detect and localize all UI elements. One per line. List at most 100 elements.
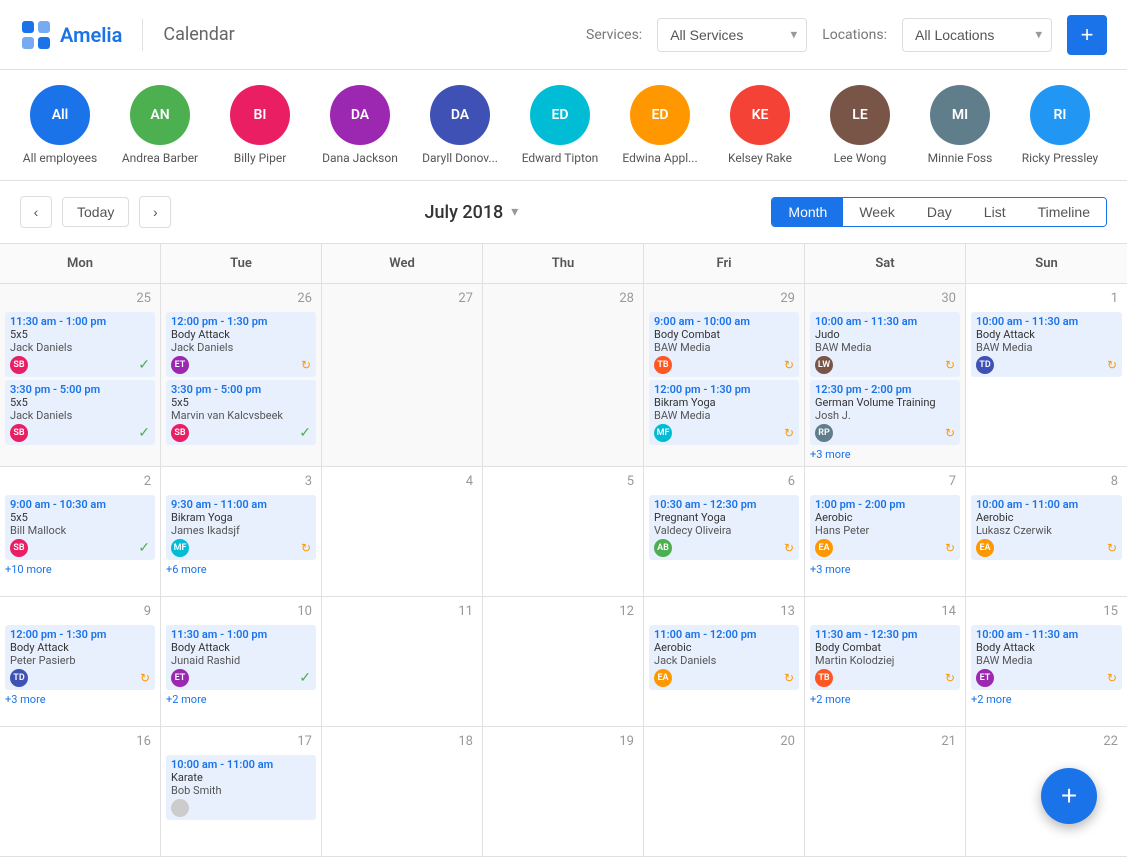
employee-item-lee[interactable]: LELee Wong [820,85,900,165]
locations-select[interactable]: All Locations [902,18,1052,52]
day-number: 28 [488,289,638,308]
logo-text: Amelia [60,23,122,47]
view-btn-day[interactable]: Day [911,198,968,226]
more-link[interactable]: +3 more [810,563,960,576]
calendar-event[interactable]: 11:30 am - 1:00 pm Body Attack Junaid Ra… [166,625,316,690]
employee-item-kelsey[interactable]: KEKelsey Rake [720,85,800,165]
calendar-event[interactable]: 3:30 pm - 5:00 pm 5x5 Marvin van Kalcvsb… [166,380,316,445]
event-avatar: ET [171,669,189,687]
more-link[interactable]: +2 more [971,693,1122,706]
services-select[interactable]: All Services [657,18,807,52]
event-time: 12:30 pm - 2:00 pm [815,383,955,396]
employee-item-minnie[interactable]: MIMinnie Foss [920,85,1000,165]
day-cell-27[interactable]: 27 [322,284,483,467]
day-cell-10[interactable]: 10 11:30 am - 1:00 pm Body Attack Junaid… [161,597,322,727]
calendar-event[interactable]: 9:00 am - 10:00 am Body Combat BAW Media… [649,312,799,377]
employee-item-dana[interactable]: DADana Jackson [320,85,400,165]
day-cell-3[interactable]: 3 9:30 am - 11:00 am Bikram Yoga James I… [161,467,322,597]
services-label: Services: [586,27,642,43]
more-link[interactable]: +10 more [5,563,155,576]
day-cell-4[interactable]: 4 [322,467,483,597]
event-name: Pregnant Yoga [654,511,794,524]
employee-item-all[interactable]: AllAll employees [20,85,100,165]
calendar-event[interactable]: 10:00 am - 11:30 am Judo BAW Media LW ↻ [810,312,960,377]
event-footer: EA ↻ [815,539,955,557]
day-cell-26[interactable]: 26 12:00 pm - 1:30 pm Body Attack Jack D… [161,284,322,467]
calendar-event[interactable]: 3:30 pm - 5:00 pm 5x5 Jack Daniels SB ✓ [5,380,155,445]
day-cell-14[interactable]: 14 11:30 am - 12:30 pm Body Combat Marti… [805,597,966,727]
event-avatar: SB [10,424,28,442]
day-cell-13[interactable]: 13 11:00 am - 12:00 pm Aerobic Jack Dani… [644,597,805,727]
employee-item-billy[interactable]: BIBilly Piper [220,85,300,165]
calendar-event[interactable]: 10:00 am - 11:00 am Aerobic Lukasz Czerw… [971,495,1122,560]
day-cell-12[interactable]: 12 [483,597,644,727]
day-header-sat: Sat [805,244,966,283]
day-cell-30[interactable]: 30 10:00 am - 11:30 am Judo BAW Media LW… [805,284,966,467]
day-cell-11[interactable]: 11 [322,597,483,727]
calendar-event[interactable]: 12:00 pm - 1:30 pm Body Attack Jack Dani… [166,312,316,377]
day-cell-9[interactable]: 9 12:00 pm - 1:30 pm Body Attack Peter P… [0,597,161,727]
more-link[interactable]: +3 more [5,693,155,706]
event-person: BAW Media [976,341,1117,354]
day-cell-6[interactable]: 6 10:30 am - 12:30 pm Pregnant Yoga Vald… [644,467,805,597]
calendar-event[interactable]: 11:30 am - 1:00 pm 5x5 Jack Daniels SB ✓ [5,312,155,377]
calendar-event[interactable]: 1:00 pm - 2:00 pm Aerobic Hans Peter EA … [810,495,960,560]
more-link[interactable]: +2 more [810,693,960,706]
employee-item-andrea[interactable]: ANAndrea Barber [120,85,200,165]
event-name: Aerobic [654,641,794,654]
day-number: 25 [5,289,155,308]
calendar-event[interactable]: 10:30 am - 12:30 pm Pregnant Yoga Valdec… [649,495,799,560]
day-cell-8[interactable]: 8 10:00 am - 11:00 am Aerobic Lukasz Cze… [966,467,1127,597]
employee-item-daryll[interactable]: DADaryll Donov... [420,85,500,165]
today-button[interactable]: Today [62,197,129,227]
day-cell-7[interactable]: 7 1:00 pm - 2:00 pm Aerobic Hans Peter E… [805,467,966,597]
calendar-event[interactable]: 11:30 am - 12:30 pm Body Combat Martin K… [810,625,960,690]
employee-name: Ricky Pressley [1022,151,1099,165]
day-cell-28[interactable]: 28 [483,284,644,467]
employee-item-edward[interactable]: EDEdward Tipton [520,85,600,165]
add-button[interactable]: + [1067,15,1107,55]
day-cell-21[interactable]: 21 [805,727,966,857]
month-dropdown-icon[interactable]: ▾ [511,204,518,220]
day-cell-19[interactable]: 19 [483,727,644,857]
employee-item-edwina[interactable]: EDEdwina Appl... [620,85,700,165]
day-cell-5[interactable]: 5 [483,467,644,597]
services-select-wrapper[interactable]: All Services [657,18,807,52]
calendar-event[interactable]: 10:00 am - 11:30 am Body Attack BAW Medi… [971,312,1122,377]
view-btn-list[interactable]: List [968,198,1022,226]
event-name: Body Combat [815,641,955,654]
prev-button[interactable]: ‹ [20,196,52,228]
day-cell-17[interactable]: 17 10:00 am - 11:00 am Karate Bob Smith [161,727,322,857]
calendar-event[interactable]: 10:00 am - 11:30 am Body Attack BAW Medi… [971,625,1122,690]
calendar-event[interactable]: 9:00 am - 10:30 am 5x5 Bill Mallock SB ✓ [5,495,155,560]
calendar-event[interactable]: 11:00 am - 12:00 pm Aerobic Jack Daniels… [649,625,799,690]
view-btn-week[interactable]: Week [843,198,911,226]
day-cell-2[interactable]: 2 9:00 am - 10:30 am 5x5 Bill Mallock SB… [0,467,161,597]
calendar-event[interactable]: 12:00 pm - 1:30 pm Body Attack Peter Pas… [5,625,155,690]
day-number: 3 [166,472,316,491]
day-cell-1[interactable]: 1 10:00 am - 11:30 am Body Attack BAW Me… [966,284,1127,467]
calendar-event[interactable]: 12:30 pm - 2:00 pm German Volume Trainin… [810,380,960,445]
fab-add-button[interactable]: + [1041,768,1097,824]
event-avatar: ET [976,669,994,687]
calendar-event[interactable]: 10:00 am - 11:00 am Karate Bob Smith [166,755,316,820]
more-link[interactable]: +6 more [166,563,316,576]
locations-select-wrapper[interactable]: All Locations [902,18,1052,52]
calendar-event[interactable]: 9:30 am - 11:00 am Bikram Yoga James Ika… [166,495,316,560]
view-btn-month[interactable]: Month [772,198,843,226]
view-btn-timeline[interactable]: Timeline [1022,198,1106,226]
day-cell-18[interactable]: 18 [322,727,483,857]
day-cell-15[interactable]: 15 10:00 am - 11:30 am Body Attack BAW M… [966,597,1127,727]
day-cell-29[interactable]: 29 9:00 am - 10:00 am Body Combat BAW Me… [644,284,805,467]
day-number: 7 [810,472,960,491]
more-link[interactable]: +3 more [810,448,960,461]
employee-item-ricky[interactable]: RIRicky Pressley [1020,85,1100,165]
day-cell-16[interactable]: 16 [0,727,161,857]
calendar-event[interactable]: 12:00 pm - 1:30 pm Bikram Yoga BAW Media… [649,380,799,445]
next-button[interactable]: › [139,196,171,228]
more-link[interactable]: +2 more [166,693,316,706]
day-cell-20[interactable]: 20 [644,727,805,857]
day-cell-25[interactable]: 25 11:30 am - 1:00 pm 5x5 Jack Daniels S… [0,284,161,467]
employee-item-seth[interactable]: SESeth Blak... [1120,85,1127,165]
event-footer: SB ✓ [10,424,150,442]
